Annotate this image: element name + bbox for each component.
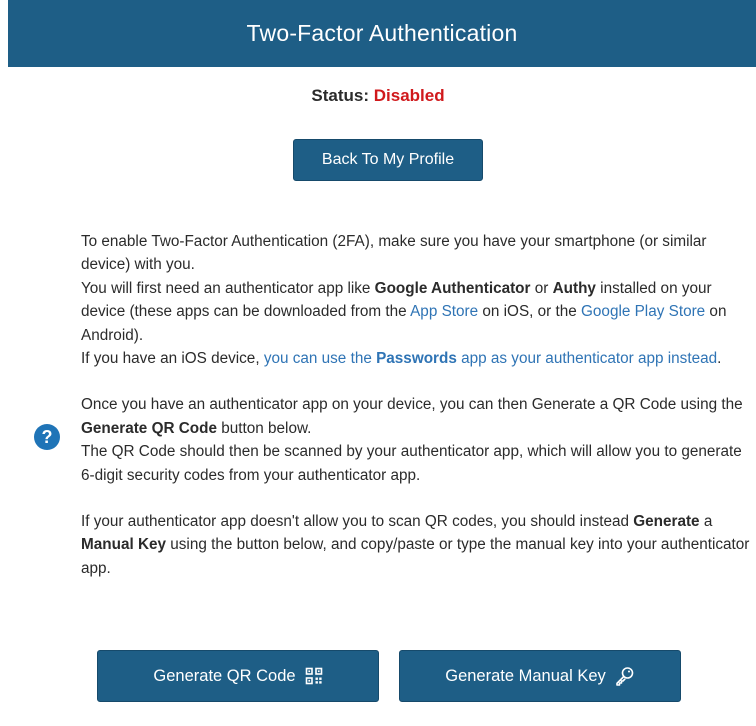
key-icon [615, 666, 635, 686]
question-circle-icon[interactable]: ? [34, 424, 60, 450]
generate-manual-key-label: Generate Manual Key [445, 666, 606, 685]
instructions: To enable Two-Factor Authentication (2FA… [81, 230, 751, 580]
back-to-profile-label: Back To My Profile [321, 151, 455, 168]
instructions-paragraph: You will first need an authenticator app… [81, 279, 727, 344]
page-title: Two-Factor Authentication [246, 20, 518, 46]
instructions-paragraph: The QR Code should then be scanned by yo… [81, 443, 742, 484]
authy-text: Authy [552, 279, 596, 297]
page-header: Two-Factor Authentication [8, 0, 756, 67]
instructions-paragraph: If you have an iOS device, you can use t… [81, 350, 722, 368]
instructions-paragraph: Once you have an authenticator app on yo… [81, 396, 743, 437]
status-label: Status: [311, 86, 370, 105]
generate-qr-code-button[interactable]: Generate QR Code [97, 650, 379, 702]
instructions-paragraph: To enable Two-Factor Authentication (2FA… [81, 233, 707, 274]
status-line: Status: Disabled [0, 86, 756, 106]
qr-code-icon [305, 667, 323, 685]
passwords-app-link[interactable]: you can use the Passwords app as your au… [264, 350, 717, 367]
google-authenticator-text: Google Authenticator [374, 279, 531, 297]
app-store-link[interactable]: App Store [410, 303, 478, 320]
generate-manual-key-button[interactable]: Generate Manual Key [399, 650, 681, 702]
generate-qr-code-label: Generate QR Code [153, 666, 296, 685]
status-value: Disabled [373, 86, 445, 105]
back-to-profile-button[interactable]: Back To My Profile [293, 139, 483, 181]
instructions-paragraph: If your authenticator app doesn't allow … [81, 513, 750, 577]
google-play-store-link[interactable]: Google Play Store [581, 303, 705, 320]
